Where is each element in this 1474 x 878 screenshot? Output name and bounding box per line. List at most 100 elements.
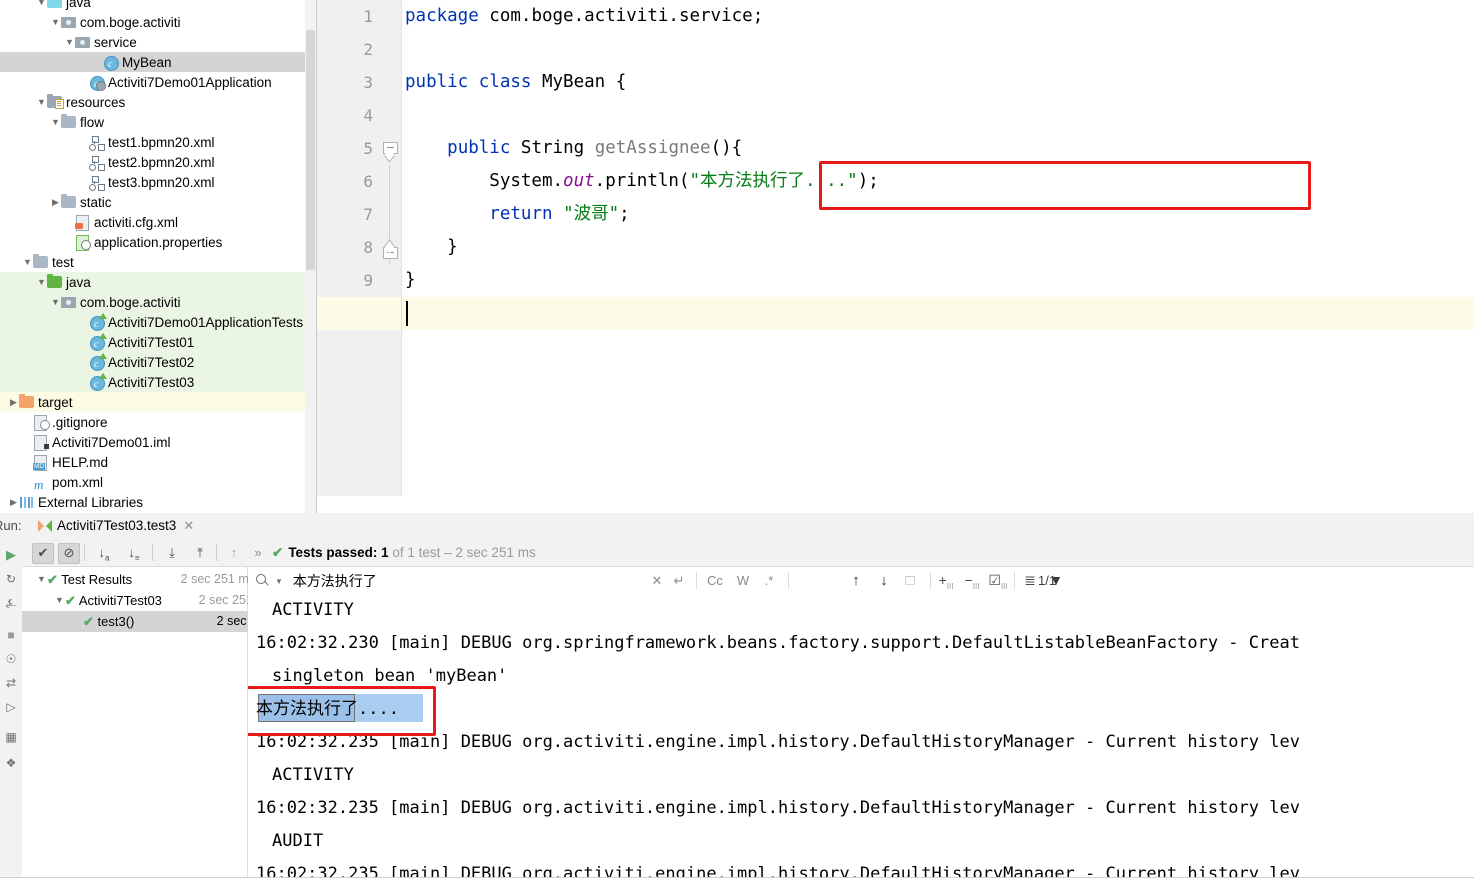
show-ignored-button[interactable]: ⊘ (58, 543, 80, 564)
tree-item[interactable]: ▶Activiti7Demo01Application (0, 72, 305, 92)
whole-words-button[interactable]: W (732, 571, 754, 590)
code-line[interactable]: public String getAssignee(){ (405, 132, 742, 165)
tree-item[interactable]: ▶activiti.cfg.xml (0, 212, 305, 232)
tree-item[interactable]: ▶static (0, 192, 305, 212)
folder-grey-icon (33, 254, 49, 270)
test-tree-row[interactable]: ▼✔ Test Results2 sec 251 ms (22, 569, 261, 590)
tree-item[interactable]: ▶External Libraries (0, 492, 305, 512)
chevron-right-icon[interactable]: ▶ (50, 192, 61, 212)
collapse-all-button[interactable]: ⤒ (190, 543, 210, 562)
chevron-down-icon[interactable]: ▼ (36, 0, 47, 12)
tree-item[interactable]: ▶Activiti7Test01 (0, 332, 305, 352)
search-input[interactable]: ▼ 本方法执行了 (256, 571, 636, 590)
filter-icon[interactable]: ▼ (1046, 571, 1066, 590)
search-wrap-button[interactable]: ↵ (670, 571, 688, 590)
run-configuration-icon (38, 520, 52, 532)
match-case-button[interactable]: Cc (704, 571, 726, 590)
chevron-down-icon[interactable]: ▼ (54, 590, 65, 611)
chevron-down-icon[interactable]: ▼ (50, 292, 61, 312)
chevron-down-icon[interactable]: ▼ (64, 32, 75, 52)
project-tree-scrollbar-thumb[interactable] (306, 30, 315, 270)
add-filter-icon[interactable]: +III (936, 571, 956, 590)
tree-item[interactable]: ▶mpom.xml (0, 472, 305, 492)
remove-filter-icon[interactable]: −III (962, 571, 982, 590)
chevron-down-icon[interactable]: ▼ (36, 272, 47, 292)
tree-item[interactable]: ▶Activiti7Demo01ApplicationTests (0, 312, 305, 332)
settings-grid-icon[interactable]: ▦ (3, 729, 19, 745)
console-line: AUDIT (256, 825, 323, 858)
code-line[interactable]: } (405, 264, 416, 297)
test-tree-row[interactable]: ▼✔ Activiti7Test032 sec 251 ms (22, 590, 279, 611)
more-options-button[interactable]: » (248, 543, 268, 562)
project-tree[interactable]: ▼java▼com.boge.activiti▼service▶MyBean▶A… (0, 0, 305, 513)
code-line[interactable]: System.out.println("本方法执行了...."); (405, 165, 879, 198)
chevron-down-icon[interactable]: ▼ (50, 112, 61, 132)
chevron-right-icon[interactable]: ▶ (8, 392, 19, 412)
tree-item[interactable]: ▶test3.bpmn20.xml (0, 172, 305, 192)
test-results-tree[interactable]: ▼✔ Test Results2 sec 251 ms▼✔ Activiti7T… (22, 567, 248, 878)
tree-item-label: test (52, 255, 74, 270)
tree-item[interactable]: ▼java (0, 0, 305, 12)
restore-layout-icon[interactable]: ⇄ (3, 675, 19, 691)
chevron-down-icon[interactable]: ▼ (36, 92, 47, 112)
run-tab-activiti7test03[interactable]: Activiti7Test03.test3✕ (30, 513, 202, 541)
sort-alphabetically-button[interactable]: ↓az (94, 543, 114, 562)
chevron-down-icon[interactable]: ▼ (50, 12, 61, 32)
test-runner-toolbar[interactable]: ✔ ⊘ ↓az ↓≡ ⤓ ⤒ ↑ » ✔Tests passed: 1 of 1… (22, 539, 1474, 567)
pin-icon[interactable]: ❖ (3, 755, 19, 771)
search-next-button[interactable]: ↓ (874, 571, 894, 590)
sort-by-duration-button[interactable]: ↓≡ (124, 543, 144, 562)
wrap-lines-icon[interactable]: ≣ (1020, 571, 1040, 590)
tree-item[interactable]: ▼flow (0, 112, 305, 132)
fold-toggle-end-icon[interactable] (383, 241, 397, 255)
show-passed-button[interactable]: ✔ (32, 543, 54, 564)
console-panel[interactable]: ▼ 本方法执行了 ✕ ↵ Cc W .* 1/1 ↑ ↓ □ +III −III… (248, 567, 1474, 878)
chevron-down-icon[interactable]: ▼ (36, 569, 47, 590)
code-line[interactable]: package com.boge.activiti.service; (405, 0, 763, 33)
tree-item[interactable]: ▼com.boge.activiti (0, 292, 305, 312)
fold-toggle-open-icon[interactable] (383, 142, 397, 156)
toggle-filter-icon[interactable]: ☑III (988, 571, 1008, 590)
tree-item[interactable]: ▶Activiti7Demo01.iml (0, 432, 305, 452)
stop-icon[interactable]: ■ (3, 627, 19, 643)
console-output[interactable]: ACTIVITY16:02:32.230 [main] DEBUG org.sp… (248, 594, 1474, 878)
run-side-toolbar[interactable]: ▶ ↻ ⍼ ■ ☉ ⇄ ▷ ▦ ❖ (0, 539, 23, 878)
console-icon[interactable]: ▷ (3, 699, 19, 715)
close-icon[interactable]: ✕ (183, 518, 194, 533)
package-icon (61, 14, 77, 30)
code-line[interactable]: } (405, 231, 458, 264)
tree-item[interactable]: ▶application.properties (0, 232, 305, 252)
chevron-down-icon[interactable]: ▼ (22, 252, 33, 272)
search-prev-button[interactable]: ↑ (846, 571, 866, 590)
tree-item[interactable]: ▶Activiti7Test03 (0, 372, 305, 392)
chevron-right-icon[interactable]: ▶ (8, 492, 19, 512)
tree-item[interactable]: ▼resources (0, 92, 305, 112)
expand-all-button[interactable]: ⤓ (162, 543, 182, 562)
tree-item[interactable]: ▶Activiti7Test02 (0, 352, 305, 372)
class-icon (103, 54, 119, 70)
regex-button[interactable]: .* (758, 571, 780, 590)
search-clear-button[interactable]: ✕ (648, 571, 666, 590)
toggle-auto-test-icon[interactable]: ⍼ (3, 595, 19, 611)
bpmn-file-icon (89, 154, 105, 170)
tree-item[interactable]: ▶.gitignore (0, 412, 305, 432)
code-editor[interactable]: 12345678910 package com.boge.activiti.se… (317, 0, 1474, 513)
tree-item[interactable]: ▶target (0, 392, 305, 412)
search-select-all-button[interactable]: □ (900, 571, 920, 590)
chevron-down-icon[interactable]: ▼ (275, 577, 283, 586)
code-line[interactable]: public class MyBean { (405, 66, 626, 99)
tree-item[interactable]: ▶MyBean (0, 52, 305, 72)
rerun-failed-icon[interactable]: ↻ (3, 571, 19, 587)
tree-item[interactable]: ▼com.boge.activiti (0, 12, 305, 32)
tree-item[interactable]: ▶test1.bpmn20.xml (0, 132, 305, 152)
code-line[interactable]: return "波哥"; (405, 198, 630, 231)
dump-threads-icon[interactable]: ☉ (3, 651, 19, 667)
tree-item[interactable]: ▶MDHELP.md (0, 452, 305, 472)
tree-item[interactable]: ▶test2.bpmn20.xml (0, 152, 305, 172)
tree-item[interactable]: ▼service (0, 32, 305, 52)
previous-failed-button[interactable]: ↑ (224, 543, 244, 562)
tree-item[interactable]: ▼java (0, 272, 305, 292)
console-search-bar[interactable]: ▼ 本方法执行了 ✕ ↵ Cc W .* 1/1 ↑ ↓ □ +III −III… (248, 567, 1474, 595)
tree-item[interactable]: ▼ test (0, 252, 305, 272)
rerun-icon[interactable]: ▶ (3, 547, 19, 563)
